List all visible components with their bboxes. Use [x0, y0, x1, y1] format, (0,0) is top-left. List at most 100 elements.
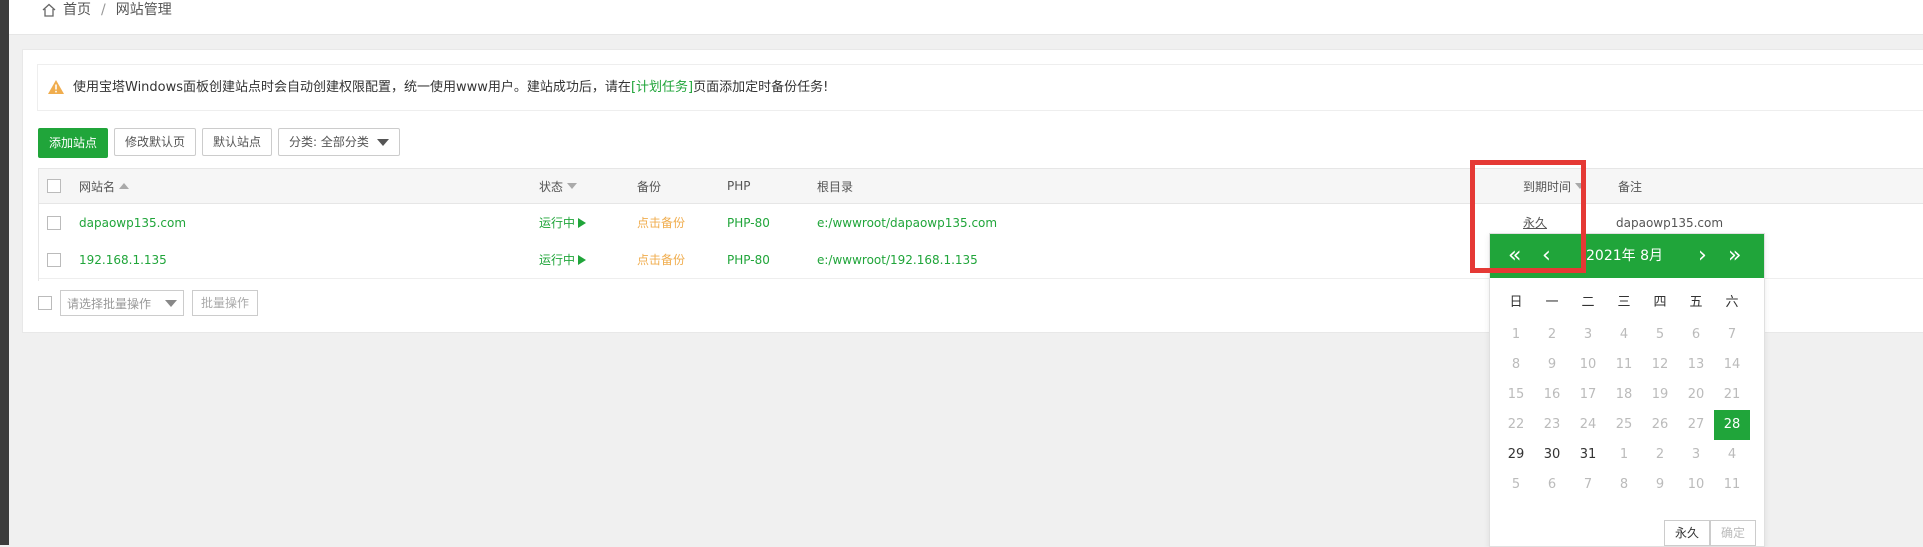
header-backup: 备份	[637, 179, 662, 194]
calendar-day[interactable]: 6	[1678, 320, 1714, 350]
calendar-day[interactable]: 7	[1570, 470, 1606, 500]
cron-task-link[interactable]: [计划任务]	[631, 80, 693, 95]
status-toggle[interactable]: 运行中	[539, 241, 587, 278]
calendar-day[interactable]: 30	[1534, 440, 1570, 470]
weekday-label: 日	[1509, 295, 1523, 310]
header-name-label: 网站名	[79, 179, 116, 194]
edit-default-page-button[interactable]: 修改默认页	[114, 128, 197, 156]
toolbar: 添加站点 修改默认页 默认站点 分类: 全部分类	[38, 128, 400, 158]
default-site-button[interactable]: 默认站点	[202, 128, 273, 156]
calendar-day[interactable]: 7	[1714, 320, 1750, 350]
calendar-title: 2021年 8月	[1586, 248, 1663, 264]
calendar-day[interactable]: 3	[1678, 440, 1714, 470]
calendar-day[interactable]: 1	[1498, 320, 1534, 350]
notice-text-after: 页面添加定时备份任务!	[693, 80, 829, 95]
calendar-day[interactable]: 10	[1570, 350, 1606, 380]
calendar-footer: 永久 确定	[1663, 520, 1756, 546]
site-name-link[interactable]: 192.168.1.135	[79, 241, 167, 278]
calendar-day[interactable]: 9	[1642, 470, 1678, 500]
calendar-day[interactable]: 1	[1606, 440, 1642, 470]
header-status[interactable]: 状态	[539, 169, 578, 203]
calendar-day[interactable]: 23	[1534, 410, 1570, 440]
notice-text-before: 使用宝塔Windows面板创建站点时会自动创建权限配置，统一使用www用户。建站…	[73, 80, 631, 95]
calendar-day[interactable]: 19	[1642, 380, 1678, 410]
status-label: 运行中	[539, 253, 576, 267]
calendar-day[interactable]: 16	[1534, 380, 1570, 410]
weekday-label: 二	[1581, 295, 1595, 310]
calendar-day[interactable]: 31	[1570, 440, 1606, 470]
category-select[interactable]: 分类: 全部分类	[278, 128, 400, 156]
table-header: 网站名 状态 备份 PHP 根目录 到期时间 备注	[39, 169, 1923, 204]
row-checkbox[interactable]	[47, 252, 61, 267]
calendar-day[interactable]: 17	[1570, 380, 1606, 410]
select-all-checkbox[interactable]	[47, 179, 61, 193]
play-icon	[578, 217, 587, 228]
calendar-day[interactable]: 12	[1642, 350, 1678, 380]
backup-link[interactable]: 点击备份	[637, 241, 685, 278]
add-site-button[interactable]: 添加站点	[38, 128, 109, 158]
confirm-button[interactable]: 确定	[1709, 520, 1756, 546]
calendar-day[interactable]: 3	[1570, 320, 1606, 350]
batch-operation-button[interactable]: 批量操作	[192, 290, 259, 316]
calendar-day[interactable]: 9	[1534, 350, 1570, 380]
calendar-day[interactable]: 27	[1678, 410, 1714, 440]
row-checkbox[interactable]	[47, 215, 61, 230]
breadcrumb-home[interactable]: 首页	[63, 0, 91, 20]
status-label: 运行中	[539, 216, 576, 230]
root-dir-link[interactable]: e:/wwwroot/192.168.1.135	[817, 241, 978, 278]
weekday-label: 一	[1545, 295, 1559, 310]
calendar-day-selected[interactable]: 28	[1714, 410, 1750, 440]
calendar-day[interactable]: 8	[1498, 350, 1534, 380]
batch-bar: 请选择批量操作 批量操作	[38, 290, 259, 316]
calendar-day[interactable]: 22	[1498, 410, 1534, 440]
php-version-link[interactable]: PHP-80	[727, 204, 770, 241]
php-version-link[interactable]: PHP-80	[727, 241, 770, 278]
category-select-label: 分类: 全部分类	[289, 135, 369, 149]
header-name[interactable]: 网站名	[79, 169, 130, 203]
calendar-day[interactable]: 15	[1498, 380, 1534, 410]
calendar-day[interactable]: 29	[1498, 440, 1534, 470]
next-year-icon[interactable]: »	[1728, 234, 1741, 278]
calendar-day[interactable]: 10	[1678, 470, 1714, 500]
home-icon[interactable]	[41, 2, 57, 18]
calendar-day[interactable]: 24	[1570, 410, 1606, 440]
status-toggle[interactable]: 运行中	[539, 204, 587, 241]
warning-icon	[48, 80, 64, 94]
root-dir-link[interactable]: e:/wwwroot/dapaowp135.com	[817, 204, 997, 241]
batch-select-placeholder: 请选择批量操作	[67, 296, 152, 311]
calendar-day[interactable]: 11	[1606, 350, 1642, 380]
calendar-day[interactable]: 4	[1606, 320, 1642, 350]
calendar-day[interactable]: 18	[1606, 380, 1642, 410]
calendar-day[interactable]: 5	[1642, 320, 1678, 350]
play-icon	[578, 254, 587, 265]
backup-link[interactable]: 点击备份	[637, 204, 685, 241]
calendar-day[interactable]: 8	[1606, 470, 1642, 500]
calendar-day[interactable]: 2	[1642, 440, 1678, 470]
notice-banner: 使用宝塔Windows面板创建站点时会自动创建权限配置，统一使用www用户。建站…	[37, 64, 1923, 111]
chevron-down-icon	[376, 138, 389, 146]
calendar-day[interactable]: 11	[1714, 470, 1750, 500]
calendar-day[interactable]: 6	[1534, 470, 1570, 500]
weekday-label: 六	[1725, 295, 1739, 310]
permanent-button[interactable]: 永久	[1663, 520, 1710, 546]
sort-desc-icon	[567, 183, 578, 189]
calendar-day[interactable]: 14	[1714, 350, 1750, 380]
site-name-link[interactable]: dapaowp135.com	[79, 204, 186, 241]
calendar-day[interactable]: 5	[1498, 470, 1534, 500]
calendar-day[interactable]: 13	[1678, 350, 1714, 380]
batch-operation-select[interactable]: 请选择批量操作	[60, 290, 184, 316]
calendar-day[interactable]: 2	[1534, 320, 1570, 350]
calendar-day[interactable]: 21	[1714, 380, 1750, 410]
next-month-icon[interactable]: ›	[1698, 234, 1707, 278]
sort-asc-icon	[119, 183, 130, 189]
breadcrumb: 首页 / 网站管理	[41, 0, 172, 20]
calendar-day[interactable]: 4	[1714, 440, 1750, 470]
header-note: 备注	[1618, 179, 1643, 194]
calendar-day[interactable]: 20	[1678, 380, 1714, 410]
date-picker: « ‹ 2021年 8月 › » 日一二三四五六 1 2 3 4 5 6 7 8 9 10 11 12…	[1489, 233, 1765, 547]
day-grid: 1 2 3 4 5 6 7 8 9 10 11 12 13 14 15 16 17 18 19 20 21 22 23 24 2…	[1498, 320, 1750, 500]
batch-select-all-checkbox[interactable]	[38, 296, 52, 310]
weekday-label: 三	[1617, 295, 1631, 310]
calendar-day[interactable]: 26	[1642, 410, 1678, 440]
calendar-day[interactable]: 25	[1606, 410, 1642, 440]
